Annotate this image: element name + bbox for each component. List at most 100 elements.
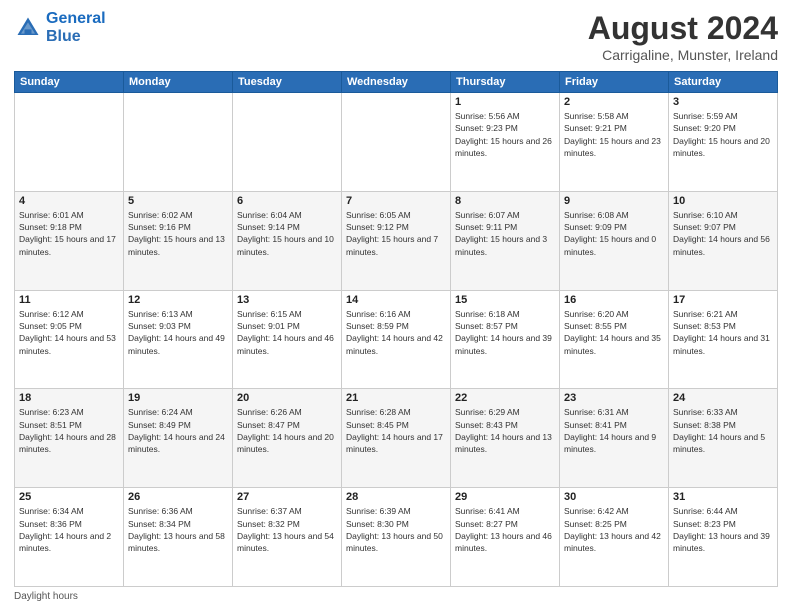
daylight: Daylight: 13 hours and 46 minutes. xyxy=(455,531,552,553)
daylight: Daylight: 15 hours and 13 minutes. xyxy=(128,234,225,256)
cell-info: Sunrise: 6:01 AMSunset: 9:18 PMDaylight:… xyxy=(19,209,119,258)
cell-info: Sunrise: 6:16 AMSunset: 8:59 PMDaylight:… xyxy=(346,308,446,357)
sunrise: Sunrise: 6:28 AM xyxy=(346,407,411,417)
sunrise: Sunrise: 6:31 AM xyxy=(564,407,629,417)
cell-info: Sunrise: 6:33 AMSunset: 8:38 PMDaylight:… xyxy=(673,406,773,455)
table-row: 20Sunrise: 6:26 AMSunset: 8:47 PMDayligh… xyxy=(233,389,342,488)
sunrise: Sunrise: 6:05 AM xyxy=(346,210,411,220)
sunrise: Sunrise: 6:15 AM xyxy=(237,309,302,319)
table-row: 5 Sunrise: 6:02 AM Sunset: 9:16 PM Daylight… xyxy=(124,191,233,290)
daylight: Daylight: 14 hours and 53 minutes. xyxy=(19,333,116,355)
calendar-header-row: Sunday Monday Tuesday Wednesday Thursday… xyxy=(15,72,778,93)
cell-info: Sunrise: 6:42 AMSunset: 8:25 PMDaylight:… xyxy=(564,505,664,554)
sunrise: Sunrise: 5:56 AM xyxy=(455,111,520,121)
logo-text: General Blue xyxy=(46,10,106,45)
col-monday: Monday xyxy=(124,72,233,93)
day-number: 11 xyxy=(19,294,119,306)
daylight: Daylight: 15 hours and 7 minutes. xyxy=(346,234,438,256)
day-number: 23 xyxy=(564,392,664,404)
day-number: 14 xyxy=(346,294,446,306)
table-row: 25 Sunrise: 6:34 AM Sunset: 8:36 PM Dayligh… xyxy=(15,488,124,587)
daylight: Daylight: 13 hours and 39 minutes. xyxy=(673,531,770,553)
sunset: Sunset: 9:07 PM xyxy=(673,222,736,232)
table-row: 15Sunrise: 6:18 AMSunset: 8:57 PMDayligh… xyxy=(451,290,560,389)
sunset: Sunset: 8:36 PM xyxy=(19,519,82,529)
sunset: Sunset: 8:30 PM xyxy=(346,519,409,529)
cell-info: Sunrise: 6:44 AMSunset: 8:23 PMDaylight:… xyxy=(673,505,773,554)
sunset: Sunset: 8:53 PM xyxy=(673,321,736,331)
sunset: Sunset: 9:21 PM xyxy=(564,123,627,133)
cell-info: Sunrise: 6:24 AMSunset: 8:49 PMDaylight:… xyxy=(128,406,228,455)
day-number: 24 xyxy=(673,392,773,404)
cell-info: Sunrise: 6:05 AM Sunset: 9:12 PM Daylight:… xyxy=(346,209,446,258)
daylight: Daylight: 14 hours and 17 minutes. xyxy=(346,432,443,454)
daylight: Daylight: 13 hours and 42 minutes. xyxy=(564,531,661,553)
daylight: Daylight: 15 hours and 3 minutes. xyxy=(455,234,547,256)
sunrise: Sunrise: 6:34 AM xyxy=(19,506,84,516)
day-number: 29 xyxy=(455,491,555,503)
table-row: 19Sunrise: 6:24 AMSunset: 8:49 PMDayligh… xyxy=(124,389,233,488)
logo-blue: Blue xyxy=(46,28,81,45)
daylight: Daylight: 14 hours and 28 minutes. xyxy=(19,432,116,454)
cell-info: Sunrise: 6:21 AMSunset: 8:53 PMDaylight:… xyxy=(673,308,773,357)
daylight: Daylight: 15 hours and 20 minutes. xyxy=(673,136,770,158)
table-row: 8 Sunrise: 6:07 AMSunset: 9:11 PMDaylight… xyxy=(451,191,560,290)
table-row: 3Sunrise: 5:59 AMSunset: 9:20 PMDaylight… xyxy=(669,93,778,192)
day-number: 10 xyxy=(673,195,773,207)
col-thursday: Thursday xyxy=(451,72,560,93)
cell-info: Sunrise: 6:13 AMSunset: 9:03 PMDaylight:… xyxy=(128,308,228,357)
daylight: Daylight: 14 hours and 13 minutes. xyxy=(455,432,552,454)
sunset: Sunset: 9:12 PM xyxy=(346,222,409,232)
daylight: Daylight: 14 hours and 20 minutes. xyxy=(237,432,334,454)
day-number: 17 xyxy=(673,294,773,306)
sunrise: Sunrise: 6:08 AM xyxy=(564,210,629,220)
table-row: 27Sunrise: 6:37 AMSunset: 8:32 PMDayligh… xyxy=(233,488,342,587)
daylight: Daylight: 13 hours and 54 minutes. xyxy=(237,531,334,553)
sunset: Sunset: 8:47 PM xyxy=(237,420,300,430)
daylight: Daylight: 15 hours and 0 minutes. xyxy=(564,234,656,256)
calendar-week-row: 1Sunrise: 5:56 AMSunset: 9:23 PMDaylight… xyxy=(15,93,778,192)
table-row: 16Sunrise: 6:20 AMSunset: 8:55 PMDayligh… xyxy=(560,290,669,389)
logo-icon xyxy=(14,14,42,42)
day-number: 26 xyxy=(128,491,228,503)
logo: General Blue xyxy=(14,10,106,45)
sunset: Sunset: 9:16 PM xyxy=(128,222,191,232)
day-number: 8 xyxy=(455,195,555,207)
daylight: Daylight: 14 hours and 9 minutes. xyxy=(564,432,656,454)
table-row: 14 Sunrise: 6:16 AMSunset: 8:59 PMDayligh… xyxy=(342,290,451,389)
cell-info: Sunrise: 6:15 AMSunset: 9:01 PMDaylight:… xyxy=(237,308,337,357)
cell-info: Sunrise: 6:02 AM Sunset: 9:16 PM Daylight:… xyxy=(128,209,228,258)
table-row: 11Sunrise: 6:12 AMSunset: 9:05 PMDayligh… xyxy=(15,290,124,389)
sunset: Sunset: 8:41 PM xyxy=(564,420,627,430)
sunrise: Sunrise: 6:23 AM xyxy=(19,407,84,417)
table-row: 1Sunrise: 5:56 AMSunset: 9:23 PMDaylight… xyxy=(451,93,560,192)
day-number: 25 xyxy=(19,491,119,503)
sunrise: Sunrise: 5:59 AM xyxy=(673,111,738,121)
sunset: Sunset: 9:20 PM xyxy=(673,123,736,133)
daylight: Daylight: 14 hours and 35 minutes. xyxy=(564,333,661,355)
day-number: 15 xyxy=(455,294,555,306)
daylight: Daylight: 15 hours and 10 minutes. xyxy=(237,234,334,256)
table-row xyxy=(124,93,233,192)
table-row: 18Sunrise: 6:23 AMSunset: 8:51 PMDayligh… xyxy=(15,389,124,488)
daylight: Daylight: 15 hours and 26 minutes. xyxy=(455,136,552,158)
daylight: Daylight: 14 hours and 2 minutes. xyxy=(19,531,111,553)
table-row: 28Sunrise: 6:39 AMSunset: 8:30 PMDayligh… xyxy=(342,488,451,587)
cell-info: Sunrise: 6:07 AMSunset: 9:11 PMDaylight:… xyxy=(455,209,555,258)
day-number: 5 xyxy=(128,195,228,207)
sunset: Sunset: 8:57 PM xyxy=(455,321,518,331)
cell-info: Sunrise: 5:56 AMSunset: 9:23 PMDaylight:… xyxy=(455,110,555,159)
table-row: 23 Sunrise: 6:31 AM Sunset: 8:41 PM Dayligh… xyxy=(560,389,669,488)
calendar-week-row: 11Sunrise: 6:12 AMSunset: 9:05 PMDayligh… xyxy=(15,290,778,389)
daylight: Daylight: 13 hours and 50 minutes. xyxy=(346,531,443,553)
sunrise: Sunrise: 6:20 AM xyxy=(564,309,629,319)
header: General Blue August 2024 Carrigaline, Mu… xyxy=(14,10,778,63)
day-number: 13 xyxy=(237,294,337,306)
day-number: 12 xyxy=(128,294,228,306)
col-tuesday: Tuesday xyxy=(233,72,342,93)
sunrise: Sunrise: 6:18 AM xyxy=(455,309,520,319)
sunset: Sunset: 9:01 PM xyxy=(237,321,300,331)
sunrise: Sunrise: 6:02 AM xyxy=(128,210,193,220)
calendar-week-row: 4Sunrise: 6:01 AMSunset: 9:18 PMDaylight… xyxy=(15,191,778,290)
calendar-week-row: 18Sunrise: 6:23 AMSunset: 8:51 PMDayligh… xyxy=(15,389,778,488)
